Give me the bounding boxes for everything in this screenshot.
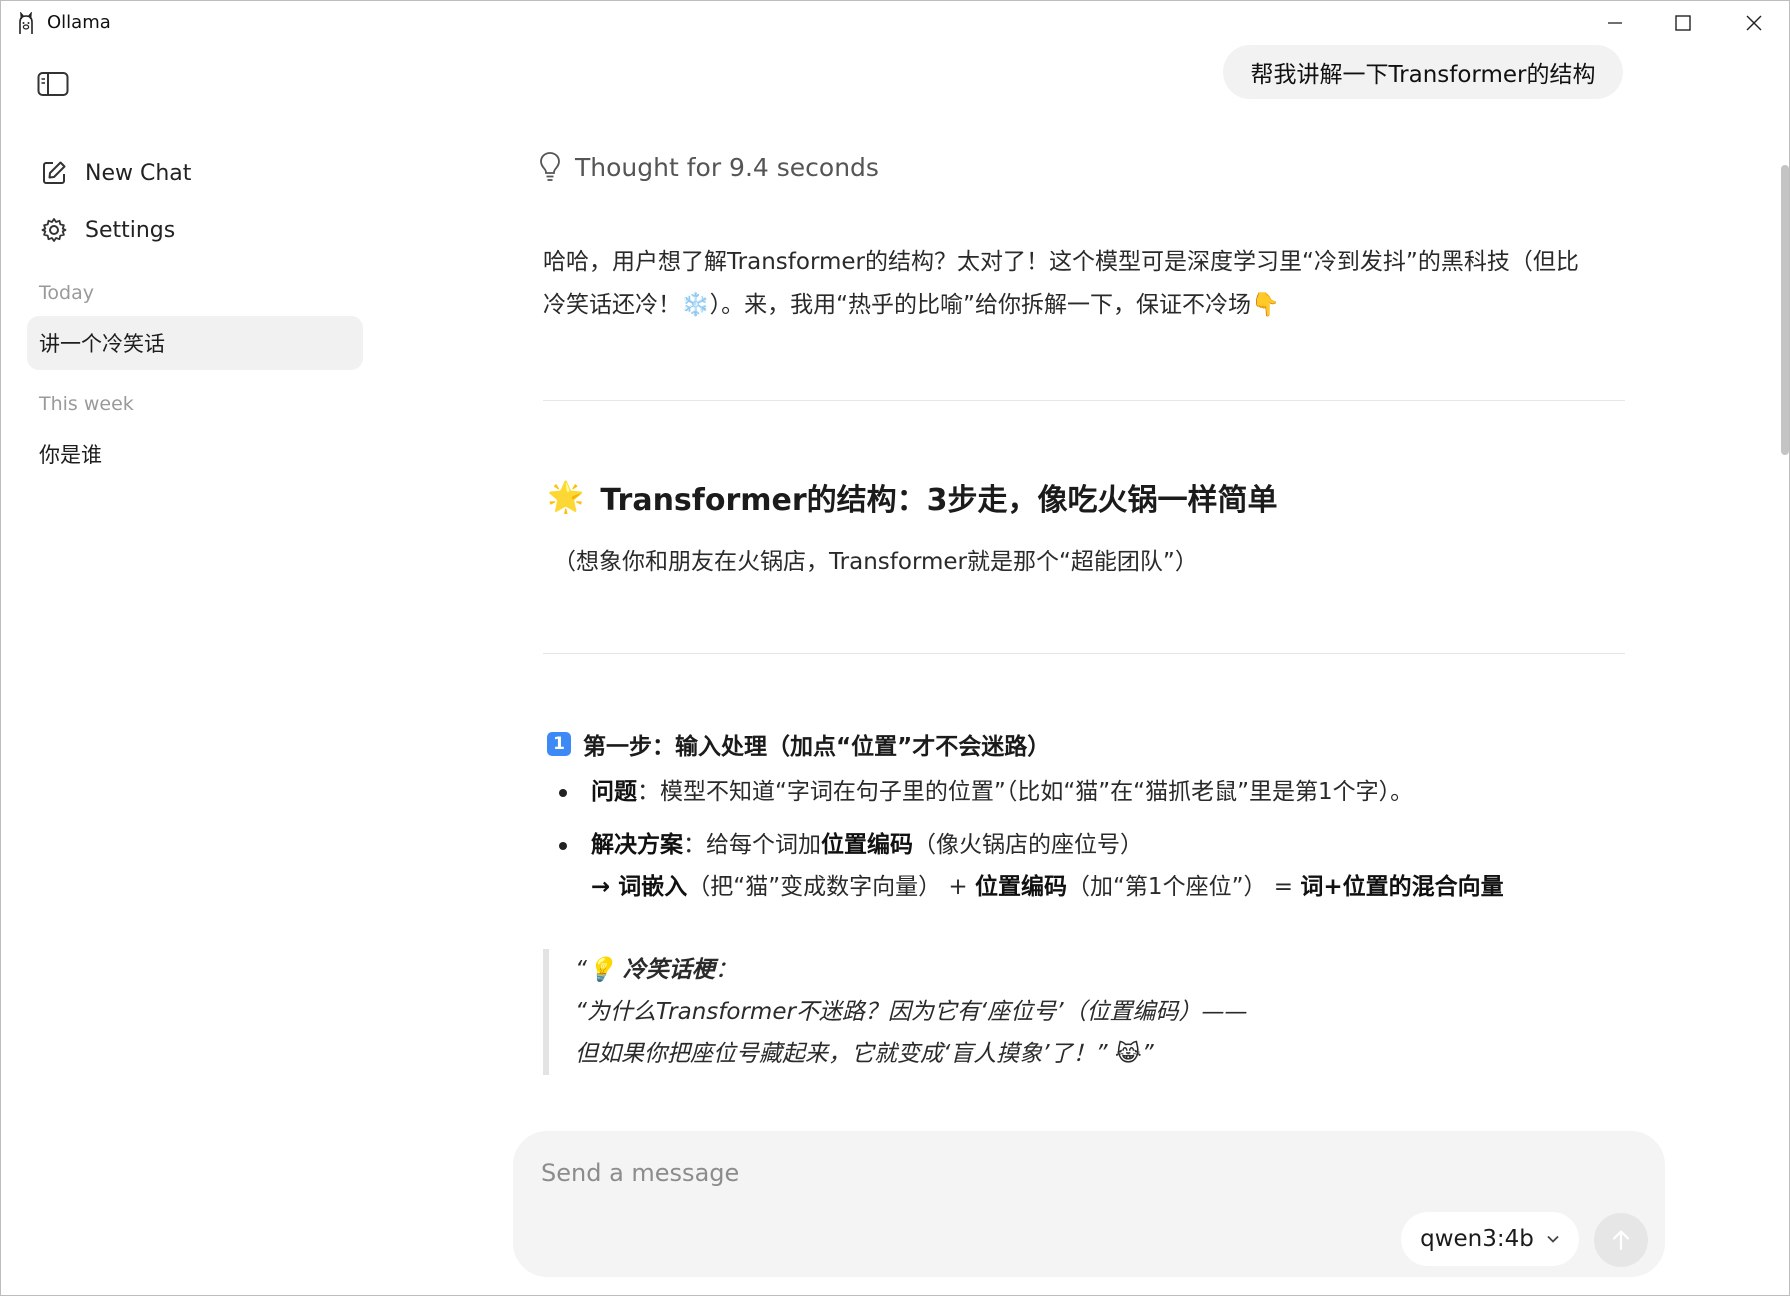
section-heading: 🌟 Transformer的结构：3步走，像吃火锅一样简单	[547, 474, 1278, 520]
message-composer: qwen3:4b	[513, 1131, 1665, 1277]
divider	[543, 400, 1625, 401]
minimize-icon	[1608, 22, 1622, 24]
bullet-arrow: →	[591, 874, 619, 900]
message-input[interactable]	[541, 1151, 1441, 1195]
assistant-intro: 哈哈，用户想了解Transformer的结构？太对了！这个模型可是深度学习里“冷…	[543, 241, 1625, 327]
bullet-text: ：给每个词加	[683, 832, 821, 858]
bullet-bold: 位置编码	[821, 832, 913, 858]
thought-label: Thought for 9.4 seconds	[575, 152, 879, 182]
bullet-bold: 解决方案	[591, 832, 683, 858]
window-title: Ollama	[47, 12, 111, 33]
new-chat-button[interactable]: New Chat	[27, 149, 367, 197]
bullet-text: ：模型不知道“字词在句子里的位置”（比如“猫”在“猫抓老鼠”里是第1个字）。	[637, 779, 1414, 805]
bullet-text: （把“猫”变成数字向量） +	[687, 874, 976, 900]
bullet-bold: 问题	[591, 779, 637, 805]
keycap-one-icon: 1	[547, 732, 571, 756]
settings-label: Settings	[85, 217, 176, 243]
model-selector[interactable]: qwen3:4b	[1401, 1212, 1579, 1266]
model-name: qwen3:4b	[1420, 1226, 1534, 1252]
bullet-text: （加“第1个座位”） =	[1067, 874, 1301, 900]
section-subheading: （想象你和朋友在火锅店，Transformer就是那个“超能团队”）	[553, 549, 1198, 575]
user-message-bubble: 帮我讲解一下Transformer的结构	[1223, 45, 1623, 99]
close-button[interactable]	[1718, 1, 1789, 45]
quote-colon: ：	[714, 957, 738, 983]
title-bar: Ollama	[1, 1, 1789, 45]
quote-line: “为什么Transformer不迷路？因为它有‘座位号’（位置编码）——	[575, 999, 1248, 1025]
quote-prefix: “💡	[575, 957, 623, 983]
chat-history-item[interactable]: 讲一个冷笑话	[27, 316, 363, 370]
blockquote: “💡 冷笑话梗： “为什么Transformer不迷路？因为它有‘座位号’（位置…	[543, 949, 1443, 1075]
group-label-this-week: This week	[39, 393, 134, 415]
step-heading-text: 第一步：输入处理（加点“位置”才不会迷路）	[583, 734, 1051, 760]
bullet-bold: 位置编码	[975, 874, 1068, 900]
list-item: 问题：模型不知道“字词在句子里的位置”（比如“猫”在“猫抓老鼠”里是第1个字）。	[557, 771, 1617, 813]
llama-icon	[19, 12, 33, 34]
app-window: Ollama New Chat Settings Today 讲一个冷笑话 Th…	[0, 0, 1790, 1296]
chevron-down-icon	[1547, 1235, 1559, 1243]
thought-toggle[interactable]: Thought for 9.4 seconds	[539, 147, 879, 187]
bullet-bold: 词+位置的混合向量	[1300, 874, 1504, 900]
maximize-button[interactable]	[1647, 1, 1719, 45]
step-heading: 1 第一步：输入处理（加点“位置”才不会迷路）	[547, 726, 1050, 762]
maximize-icon	[1675, 15, 1691, 31]
group-label-today: Today	[39, 282, 94, 304]
settings-button[interactable]: Settings	[27, 206, 367, 254]
close-icon	[1746, 15, 1762, 31]
intro-line: 哈哈，用户想了解Transformer的结构？太对了！这个模型可是深度学习里“冷…	[543, 249, 1579, 275]
gear-icon	[41, 218, 67, 242]
star-emoji: 🌟	[547, 479, 585, 515]
edit-square-icon	[43, 161, 66, 184]
new-chat-label: New Chat	[85, 160, 192, 186]
bullet-text: （像火锅店的座位号）	[913, 832, 1143, 858]
chat-history-item[interactable]: 你是谁	[27, 427, 363, 481]
section-heading-text: Transformer的结构：3步走，像吃火锅一样简单	[600, 483, 1278, 518]
intro-line: 冷笑话还冷！❄️）。来，我用“热乎的比喻”给你拆解一下，保证不冷场👇	[543, 292, 1280, 318]
minimize-button[interactable]	[1579, 1, 1651, 45]
bullet-list: 问题：模型不知道“字词在句子里的位置”（比如“猫”在“猫抓老鼠”里是第1个字）。…	[557, 771, 1617, 908]
quote-bold: 冷笑话梗	[622, 957, 715, 983]
scrollbar[interactable]	[1779, 45, 1789, 1295]
sidebar-toggle-icon[interactable]	[37, 71, 69, 97]
sidebar: New Chat Settings Today 讲一个冷笑话 This week…	[1, 45, 375, 1295]
send-button[interactable]	[1594, 1213, 1648, 1267]
list-item: 解决方案：给每个词加位置编码（像火锅店的座位号） → 词嵌入（把“猫”变成数字向…	[557, 824, 1617, 908]
quote-line: 但如果你把座位号藏起来，它就变成‘盲人摸象’了！” 😹”	[575, 1041, 1154, 1067]
arrow-up-icon	[1612, 1230, 1630, 1251]
scroll-thumb[interactable]	[1781, 165, 1789, 455]
lightbulb-icon	[540, 152, 560, 181]
bullet-bold: 词嵌入	[618, 874, 688, 900]
divider	[543, 653, 1625, 654]
